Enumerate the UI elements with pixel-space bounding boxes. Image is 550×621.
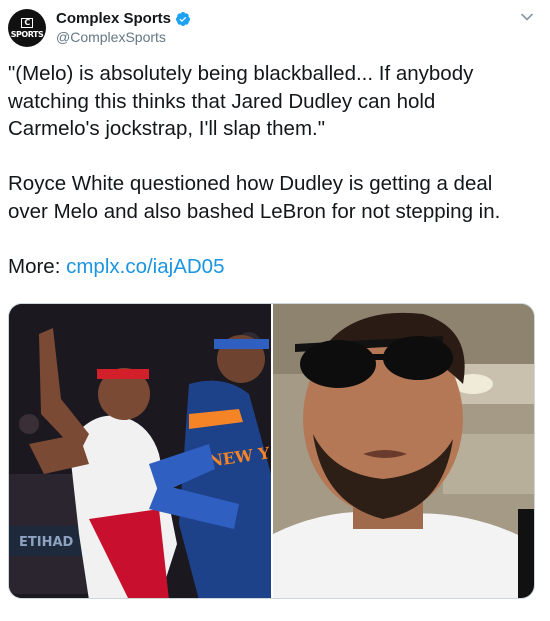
more-label: More: (8, 254, 61, 278)
tweet-summary-paragraph: Royce White questioned how Dudley is get… (8, 172, 501, 223)
display-name[interactable]: Complex Sports (56, 10, 171, 28)
verified-badge-icon (175, 11, 191, 27)
account-handle[interactable]: @ComplexSports (56, 28, 191, 46)
avatar-logo-mark: C (21, 17, 33, 28)
avatar[interactable]: C SPORTS (8, 9, 46, 47)
avatar-logo-text: SPORTS (10, 29, 44, 39)
tweet-text: "(Melo) is absolutely being blackballed.… (8, 60, 528, 280)
account-names: Complex Sports @ComplexSports (56, 10, 191, 46)
arena-banner-text: ETIHAD (19, 535, 74, 550)
media-photo-basketball-players[interactable]: ETIHAD NEW Y (9, 304, 271, 598)
tweet-more-line: More: cmplx.co/iajAD05 (8, 253, 528, 281)
media-photo-royce-white[interactable] (273, 304, 534, 598)
tweet-link[interactable]: cmplx.co/iajAD05 (66, 255, 224, 278)
tweet-header: C SPORTS Complex Sports @ComplexSports (8, 8, 191, 48)
chevron-down-icon[interactable] (520, 10, 534, 24)
tweet-card: C SPORTS Complex Sports @ComplexSports "… (0, 0, 550, 621)
tweet-quote-paragraph: "(Melo) is absolutely being blackballed.… (8, 62, 474, 140)
tweet-media[interactable]: ETIHAD NEW Y (8, 303, 535, 599)
name-row: Complex Sports (56, 10, 191, 28)
